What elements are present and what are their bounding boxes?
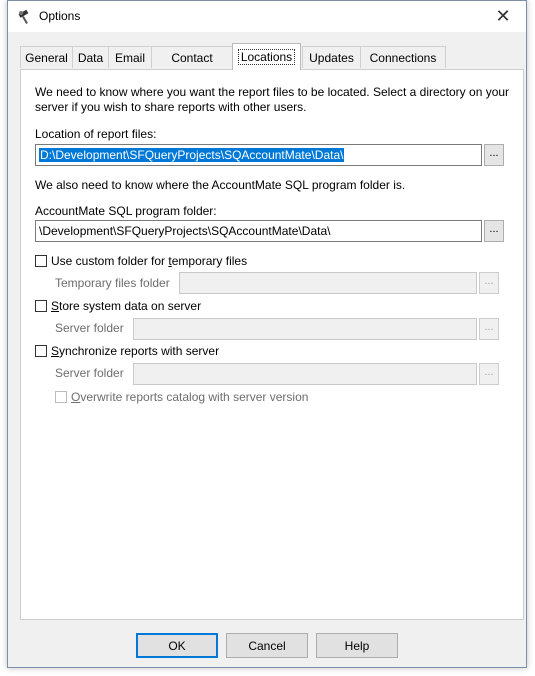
tab-label: General [25, 50, 68, 65]
label-part: tore system data on server [59, 299, 202, 313]
app-icon [18, 9, 29, 24]
label-part: emporary files [171, 254, 248, 268]
temp-folder-label: Temporary files folder [55, 276, 170, 290]
tab-email[interactable]: Email [108, 46, 152, 68]
label-mnemonic: S [51, 344, 60, 358]
program-folder-value: \Development\SFQueryProjects\SQAccountMa… [39, 224, 331, 238]
program-folder-browse-button[interactable]: ... [484, 220, 504, 242]
report-files-browse-button[interactable]: ... [484, 144, 504, 166]
title-bar[interactable]: Options ✕ [8, 1, 526, 32]
overwrite-catalog-label[interactable]: Overwrite reports catalog with server ve… [71, 390, 308, 404]
tab-label: Updates [309, 50, 354, 65]
sync-server-folder-label: Server folder [55, 366, 124, 380]
tab-updates[interactable]: Updates [302, 46, 361, 68]
help-button[interactable]: Help [316, 633, 398, 658]
server-folder-browse-button[interactable]: ... [479, 318, 499, 340]
store-system-checkbox[interactable] [35, 300, 47, 312]
tab-data[interactable]: Data [72, 46, 109, 68]
tab-connections[interactable]: Connections [360, 46, 446, 68]
sync-reports-checkbox[interactable] [35, 345, 47, 357]
temp-folder-input[interactable] [179, 272, 477, 294]
tab-label: Data [77, 50, 104, 65]
tab-label: Contact [171, 50, 213, 65]
label-mnemonic: O [71, 390, 81, 404]
report-files-label: Location of report files: [35, 127, 157, 141]
ok-button[interactable]: OK [136, 633, 218, 658]
label-mnemonic: S [51, 299, 60, 313]
tab-label: Email [114, 50, 145, 65]
tab-contact[interactable]: Contact [151, 46, 233, 68]
report-files-input[interactable]: D:\Development\SFQueryProjects\SQAccount… [35, 144, 482, 166]
overwrite-catalog-checkbox[interactable] [55, 391, 67, 403]
tab-locations[interactable]: Locations [232, 43, 301, 70]
close-icon: ✕ [495, 6, 511, 26]
custom-temp-label[interactable]: Use custom folder for temporary files [51, 254, 247, 268]
label-part: ynchronize reports with server [59, 344, 220, 358]
sync-server-folder-input[interactable] [133, 363, 477, 385]
server-folder-label: Server folder [55, 321, 124, 335]
close-button[interactable]: ✕ [480, 1, 526, 32]
locations-panel: We need to know where you want the repor… [20, 69, 524, 620]
label-part: verwrite reports catalog with server ver… [80, 390, 309, 404]
sync-reports-label[interactable]: Synchronize reports with server [51, 344, 219, 358]
temp-folder-browse-button[interactable]: ... [479, 272, 499, 294]
tab-general[interactable]: General [20, 46, 73, 68]
store-system-label[interactable]: Store system data on server [51, 299, 201, 313]
cancel-button[interactable]: Cancel [226, 633, 308, 658]
custom-temp-checkbox[interactable] [35, 255, 47, 267]
tab-label: Connections [369, 50, 437, 65]
program-intro-text: We also need to know where the AccountMa… [35, 178, 406, 192]
report-files-value: D:\Development\SFQueryProjects\SQAccount… [39, 148, 345, 162]
server-folder-input[interactable] [133, 318, 477, 340]
label-part: Use custom folder for [51, 254, 169, 268]
options-window: Options ✕ General Data Email Contact Loc… [7, 0, 527, 668]
intro-text: We need to know where you want the repor… [35, 85, 510, 114]
tab-label: Locations [237, 49, 296, 65]
program-folder-input[interactable]: \Development\SFQueryProjects\SQAccountMa… [35, 220, 482, 242]
program-folder-label: AccountMate SQL program folder: [35, 204, 217, 218]
window-title: Options [39, 9, 81, 23]
sync-server-folder-browse-button[interactable]: ... [479, 363, 499, 385]
